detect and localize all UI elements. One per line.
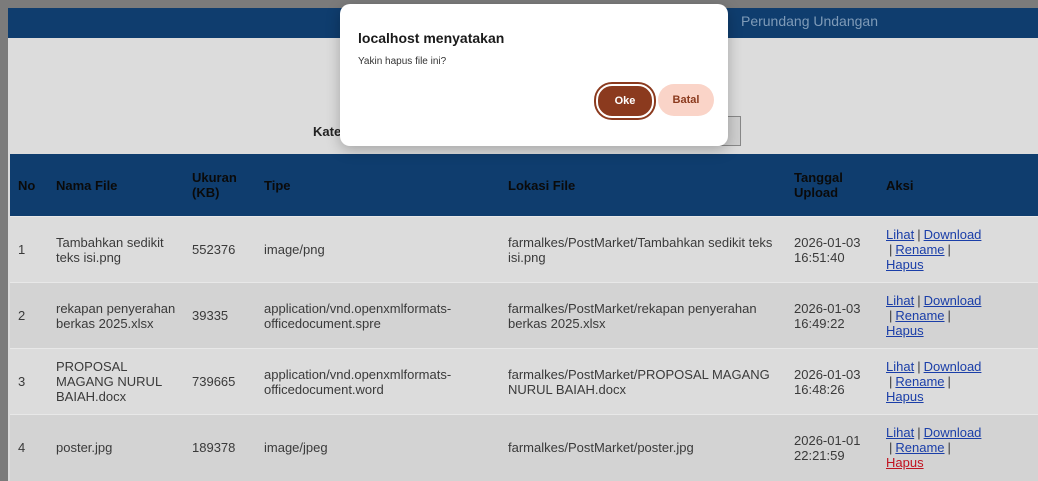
cell-no: 4 <box>10 414 48 481</box>
separator: | <box>947 440 951 456</box>
dialog-title: localhost menyatakan <box>358 30 505 46</box>
separator: | <box>917 425 921 441</box>
col-header-type: Tipe <box>256 154 500 217</box>
cell-name: Tambahkan sedikit teks isi.png <box>48 216 184 283</box>
separator: | <box>917 227 921 242</box>
cell-actions: Lihat | Download | Rename | Hapus <box>878 348 1038 415</box>
view-link[interactable]: Lihat <box>886 359 914 374</box>
cell-type: application/vnd.openxmlformats-officedoc… <box>256 282 500 349</box>
file-table: No Nama File Ukuran (KB) Tipe Lokasi Fil… <box>10 154 1038 481</box>
col-header-no: No <box>10 154 48 217</box>
cell-no: 3 <box>10 348 48 415</box>
cell-name: rekapan penyerahan berkas 2025.xlsx <box>48 282 184 349</box>
cell-name: poster.jpg <box>48 414 184 481</box>
cell-name: PROPOSAL MAGANG NURUL BAIAH.docx <box>48 348 184 415</box>
col-header-actions: Aksi <box>878 154 1038 217</box>
delete-link[interactable]: Hapus <box>886 323 924 338</box>
table-row: 1 Tambahkan sedikit teks isi.png 552376 ima… <box>10 216 1038 283</box>
cell-actions: Lihat | Download | Rename | Hapus <box>878 282 1038 349</box>
confirm-dialog: localhost menyatakan Yakin hapus file in… <box>340 4 728 146</box>
download-link[interactable]: Download <box>924 227 982 242</box>
cell-path: farmalkes/PostMarket/poster.jpg <box>500 414 786 481</box>
cell-path: farmalkes/PostMarket/Tambahkan sedikit t… <box>500 216 786 283</box>
cell-size: 189378 <box>184 414 256 481</box>
dialog-message: Yakin hapus file ini? <box>358 56 447 67</box>
nav-link-perundang-undangan[interactable]: Perundang Undangan <box>741 13 878 29</box>
cancel-button[interactable]: Batal <box>658 84 714 116</box>
col-header-size: Ukuran (KB) <box>184 154 256 217</box>
delete-link[interactable]: Hapus <box>886 257 924 272</box>
cell-date: 2026-01-03 16:49:22 <box>786 282 878 349</box>
separator: | <box>947 374 951 389</box>
download-link[interactable]: Download <box>924 359 982 374</box>
table-row: 2 rekapan penyerahan berkas 2025.xlsx 3933… <box>10 282 1038 349</box>
col-header-date: Tanggal Upload <box>786 154 878 217</box>
separator: | <box>917 293 921 308</box>
separator: | <box>947 242 951 257</box>
cell-size: 739665 <box>184 348 256 415</box>
cell-size: 552376 <box>184 216 256 283</box>
separator: | <box>917 359 921 374</box>
rename-link[interactable]: Rename <box>895 308 944 323</box>
delete-link[interactable]: Hapus <box>886 455 924 470</box>
rename-link[interactable]: Rename <box>895 374 944 389</box>
cell-date: 2026-01-03 16:51:40 <box>786 216 878 283</box>
cell-actions: Lihat | Download | Rename | Hapus <box>878 414 1038 481</box>
table-row: 3 PROPOSAL MAGANG NURUL BAIAH.docx 739665 a… <box>10 348 1038 415</box>
cell-type: application/vnd.openxmlformats-officedoc… <box>256 348 500 415</box>
separator: | <box>889 308 893 323</box>
table-header-row: No Nama File Ukuran (KB) Tipe Lokasi Fil… <box>10 154 1038 217</box>
cell-path: farmalkes/PostMarket/rekapan penyerahan … <box>500 282 786 349</box>
rename-link[interactable]: Rename <box>895 242 944 257</box>
delete-link[interactable]: Hapus <box>886 389 924 404</box>
download-link[interactable]: Download <box>924 425 982 440</box>
cell-size: 39335 <box>184 282 256 349</box>
view-link[interactable]: Lihat <box>886 293 914 308</box>
cell-actions: Lihat | Download | Rename | Hapus <box>878 216 1038 283</box>
cell-date: 2026-01-01 22:21:59 <box>786 414 878 481</box>
cell-date: 2026-01-03 16:48:26 <box>786 348 878 415</box>
separator: | <box>889 440 893 456</box>
separator: | <box>889 242 893 257</box>
cell-no: 1 <box>10 216 48 283</box>
separator: | <box>947 308 951 323</box>
cell-no: 2 <box>10 282 48 349</box>
cell-path: farmalkes/PostMarket/PROPOSAL MAGANG NUR… <box>500 348 786 415</box>
view-link[interactable]: Lihat <box>886 425 914 440</box>
separator: | <box>889 374 893 389</box>
cell-type: image/jpeg <box>256 414 500 481</box>
cell-type: image/png <box>256 216 500 283</box>
ok-button[interactable]: Oke <box>596 84 654 118</box>
table-row: 4 poster.jpg 189378 image/jpeg farmalkes/Pos… <box>10 414 1038 481</box>
download-link[interactable]: Download <box>924 293 982 308</box>
col-header-name: Nama File <box>48 154 184 217</box>
view-link[interactable]: Lihat <box>886 227 914 242</box>
col-header-path: Lokasi File <box>500 154 786 217</box>
rename-link[interactable]: Rename <box>895 440 944 455</box>
